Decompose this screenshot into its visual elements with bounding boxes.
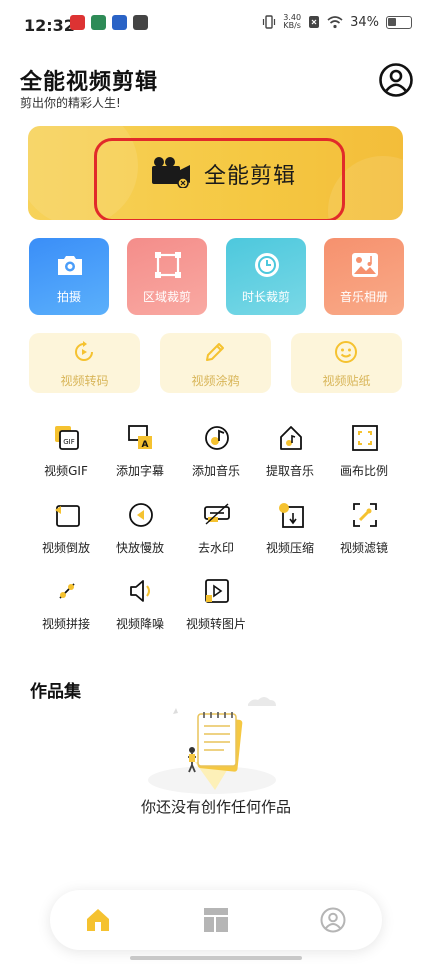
notification-app-icon <box>112 15 127 30</box>
tool-extract-music[interactable]: 提取音乐 <box>253 425 327 485</box>
clock-icon <box>255 253 279 277</box>
app-subtitle: 剪出你的精彩人生! <box>20 96 121 110</box>
tool-remove-watermark[interactable]: 去水印 <box>179 502 253 562</box>
tile-label: 区域裁剪 <box>142 290 191 304</box>
tool-video-denoise[interactable]: 视频降噪 <box>103 578 177 638</box>
vibrate-icon <box>263 15 276 29</box>
battery-percent: 34% <box>350 14 379 30</box>
works-section-title: 作品集 <box>30 682 81 702</box>
tile-label: 音乐相册 <box>339 290 388 304</box>
canvas-ratio-icon <box>352 425 378 451</box>
status-time: 12:32 <box>24 16 75 35</box>
tool-video-splice[interactable]: 视频拼接 <box>29 578 103 638</box>
watermark-icon <box>204 503 230 525</box>
tile-area-crop[interactable]: 区域裁剪 <box>127 238 207 315</box>
battery-icon <box>386 15 412 29</box>
tile-video-doodle[interactable]: 视频涂鸦 <box>160 333 271 393</box>
tool-add-music[interactable]: 添加音乐 <box>179 425 253 485</box>
bottom-nav <box>50 890 382 950</box>
music-note-icon <box>205 426 229 450</box>
video-camera-icon <box>152 157 190 188</box>
wifi-icon <box>327 15 343 28</box>
extract-music-icon <box>280 426 302 450</box>
nav-templates[interactable] <box>201 906 231 934</box>
tile-label: 视频涂鸦 <box>191 374 240 388</box>
net-speed: 3.40 KB/s <box>283 14 301 30</box>
status-right: 3.40 KB/s 34% <box>262 14 412 30</box>
filter-icon <box>353 503 377 527</box>
compress-icon <box>279 503 304 528</box>
rotate-play-icon <box>75 341 93 361</box>
layout-icon <box>204 908 228 932</box>
app-title: 全能视频剪辑 <box>20 70 159 95</box>
nav-profile[interactable] <box>318 906 348 934</box>
splice-icon <box>59 583 75 599</box>
tool-speed[interactable]: 快放慢放 <box>103 502 177 562</box>
tool-label: 视频降噪 <box>115 617 164 631</box>
tool-canvas-ratio[interactable]: 画布比例 <box>327 425 401 485</box>
gesture-bar <box>130 956 302 960</box>
notification-app-icon <box>70 15 85 30</box>
subtitle-icon: A <box>128 425 152 450</box>
smiley-icon <box>335 341 357 363</box>
empty-notebook-illustration <box>148 697 276 794</box>
nav-home[interactable] <box>83 906 113 934</box>
notification-icons <box>70 15 148 30</box>
status-bar: 12:32 3.40 KB/s 34% <box>0 0 432 52</box>
crop-area-icon <box>155 252 181 278</box>
tile-label: 拍摄 <box>56 290 81 304</box>
tile-label: 视频转码 <box>60 374 109 388</box>
pencil-icon <box>206 343 224 361</box>
tile-video-transcode[interactable]: 视频转码 <box>29 333 140 393</box>
net-speed-unit: KB/s <box>283 21 301 30</box>
notification-app-icon <box>133 15 148 30</box>
tool-label: 画布比例 <box>339 464 388 478</box>
tool-video-compress[interactable]: 视频压缩 <box>253 502 327 562</box>
svg-text:A: A <box>142 440 149 450</box>
tool-video-to-image[interactable]: 视频转图片 <box>179 578 253 638</box>
speed-icon <box>129 503 153 527</box>
tool-video-reverse[interactable]: 视频倒放 <box>29 502 103 562</box>
tile-music-album[interactable]: 音乐相册 <box>324 238 404 315</box>
empty-state-text: 你还没有创作任何作品 <box>140 798 291 816</box>
tool-label: 添加字幕 <box>115 464 164 478</box>
profile-button[interactable] <box>378 62 414 98</box>
video-to-image-icon <box>205 579 229 603</box>
tool-label: 快放慢放 <box>115 541 164 555</box>
tile-label: 时长裁剪 <box>241 290 290 304</box>
tile-video-sticker[interactable]: 视频贴纸 <box>291 333 402 393</box>
tool-label: 视频滤镜 <box>339 541 388 555</box>
tile-capture[interactable]: 拍摄 <box>29 238 109 315</box>
tool-video-filter[interactable]: 视频滤镜 <box>327 502 401 562</box>
image-music-icon <box>352 253 378 277</box>
edit-all-banner[interactable]: 全能剪辑 <box>28 126 403 220</box>
svg-text:GIF: GIF <box>63 438 75 446</box>
denoise-icon <box>130 580 150 602</box>
user-icon <box>379 63 413 97</box>
banner-label: 全能剪辑 <box>204 164 297 189</box>
tool-add-subtitle[interactable]: A 添加字幕 <box>103 425 177 485</box>
gif-icon: GIF <box>55 426 79 450</box>
home-icon <box>87 909 109 931</box>
notification-app-icon <box>91 15 106 30</box>
sim-icon <box>309 16 320 28</box>
reverse-icon <box>55 505 80 527</box>
tile-label: 视频贴纸 <box>322 374 371 388</box>
user-icon <box>320 907 346 933</box>
camera-icon <box>58 256 82 275</box>
tile-duration-trim[interactable]: 时长裁剪 <box>226 238 306 315</box>
tool-video-gif[interactable]: GIF 视频GIF <box>29 425 103 485</box>
tool-label: 视频转图片 <box>185 617 246 631</box>
